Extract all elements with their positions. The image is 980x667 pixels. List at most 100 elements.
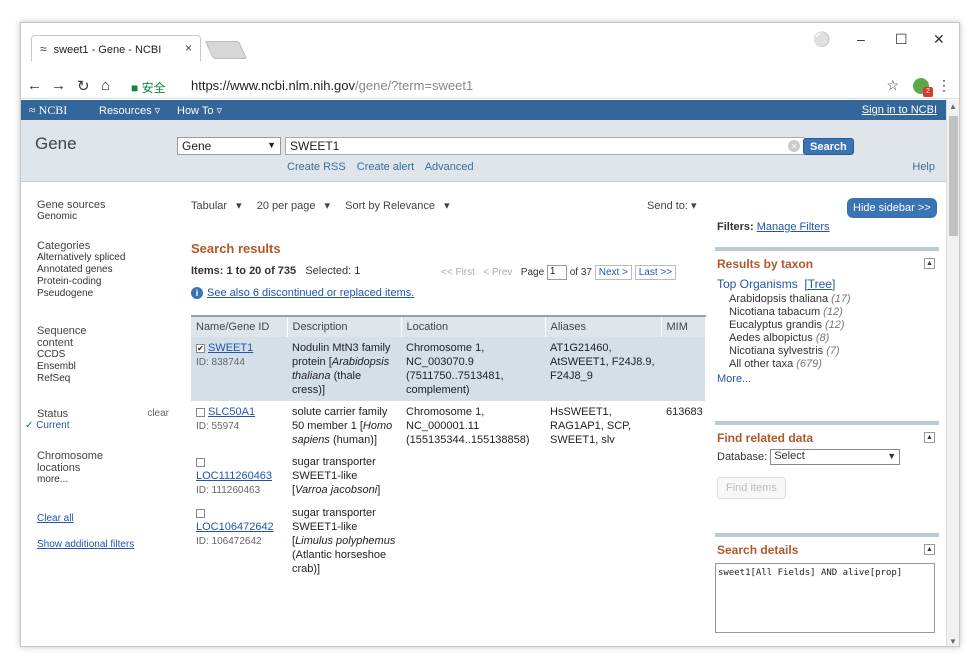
taxon-more-link[interactable]: More... [715,371,939,387]
taxon-item[interactable]: Nicotiana sylvestris (7) [729,345,939,358]
tree-link[interactable]: [Tree] [804,277,835,291]
taxon-count: (12) [825,319,845,331]
taxon-item[interactable]: Arabidopsis thaliana (17) [729,293,939,306]
taxon-item[interactable]: Eucalyptus grandis (12) [729,319,939,332]
browser-window: ≈ sweet1 - Gene - NCBI × ⚪ – ☐ ✕ ← → ↻ ⌂… [20,22,960,647]
filter-item[interactable]: Pseudogene [37,288,125,300]
send-to-menu[interactable]: Send to: ▾ [647,199,697,212]
pager-prev[interactable]: < Prev [483,267,512,278]
account-icon[interactable]: ⚪ [813,31,830,48]
filter-item[interactable]: RefSeq [37,373,117,385]
taxon-count: (17) [831,293,851,305]
per-page-menu[interactable]: 20 per page ▾ [257,200,336,212]
chromosome-more-link[interactable]: more... [37,474,117,486]
advanced-link[interactable]: Advanced [425,161,474,173]
database-value: Gene [182,139,212,153]
find-items-button[interactable]: Find items [717,477,786,499]
new-tab-button[interactable] [204,41,248,59]
clear-all-link[interactable]: Clear all [37,513,74,524]
help-link[interactable]: Help [912,161,935,173]
taxon-item[interactable]: All other taxa (679) [729,358,939,371]
collapse-toggle-icon[interactable]: ▲ [924,432,935,443]
pager-first[interactable]: << First [441,267,475,278]
format-menu[interactable]: Tabular ▾ [191,200,248,212]
search-details-textarea[interactable]: sweet1[All Fields] AND alive[prop] [715,563,935,633]
resources-menu[interactable]: Resources ▿ [99,104,160,117]
see-also-link[interactable]: See also 6 discontinued or replaced item… [207,287,414,299]
home-icon[interactable]: ⌂ [101,77,110,94]
caret-down-icon: ▾ [691,200,697,212]
row-checkbox[interactable] [196,407,205,417]
status-clear-link[interactable]: clear [147,408,169,420]
scroll-down-icon[interactable]: ▼ [949,637,957,646]
page-scrollbar[interactable]: ▲ ▼ [946,100,959,646]
collapse-toggle-icon[interactable]: ▲ [924,544,935,555]
menu-icon[interactable]: ⋮ [937,77,951,94]
signin-link[interactable]: Sign in to NCBI [862,104,937,116]
url-field[interactable]: https://www.ncbi.nlm.nih.gov/gene/?term=… [191,78,473,93]
collapse-toggle-icon[interactable]: ▲ [924,258,935,269]
create-alert-link[interactable]: Create alert [357,161,414,173]
database-label: Database: [717,450,768,463]
show-additional-filters-link[interactable]: Show additional filters [37,539,134,550]
pager-next[interactable]: Next > [594,265,632,281]
close-window-icon[interactable]: ✕ [933,31,945,48]
ncbi-logo[interactable]: ≈ NCBI [29,103,67,118]
lock-icon: ■ [131,81,139,95]
gene-link[interactable]: LOC111260463 [196,470,272,482]
gene-link[interactable]: LOC106472642 [196,521,274,533]
filter-item[interactable]: Genomic [37,211,105,223]
top-organisms-label[interactable]: Top Organisms [717,277,798,291]
tab-close-icon[interactable]: × [185,41,192,55]
page-input[interactable]: 1 [546,265,567,280]
related-database-select[interactable]: Select ▼ [770,449,901,465]
caret-down-icon: ▾ [236,200,242,212]
filter-item[interactable]: Annotated genes [37,264,125,276]
search-input[interactable]: SWEET1 × [285,137,805,155]
mim-cell[interactable]: 613683 [661,401,705,451]
howto-menu[interactable]: How To ▿ [177,104,222,117]
forward-icon[interactable]: → [51,77,66,94]
sort-menu[interactable]: Sort by Relevance ▾ [345,200,455,212]
reload-icon[interactable]: ↻ [77,77,90,95]
filter-item[interactable]: Alternatively spliced [37,252,125,264]
filter-item[interactable]: Protein-coding [37,276,125,288]
database-select[interactable]: Gene ▼ [177,137,281,155]
hide-sidebar-button[interactable]: Hide sidebar >> [847,198,937,218]
scroll-up-icon[interactable]: ▲ [949,102,957,111]
manage-filters-link[interactable]: Manage Filters [757,221,830,233]
taxon-name: Nicotiana tabacum [729,306,821,318]
filter-item[interactable]: Ensembl [37,361,117,373]
table-row: SLC50A1 ID: 55974 solute carrier family 5… [191,401,705,451]
filter-item[interactable]: CCDS [37,349,117,361]
panel-heading: Find related data [717,431,814,445]
bookmark-star-icon[interactable]: ☆ [886,77,899,94]
taxon-item[interactable]: Nicotiana tabacum (12) [729,306,939,319]
gene-link[interactable]: SLC50A1 [208,406,255,418]
clear-all-wrap: Clear all [37,513,74,525]
taxon-count: (8) [815,332,830,344]
create-rss-link[interactable]: Create RSS [287,161,346,173]
clear-search-icon[interactable]: × [788,140,800,152]
search-button[interactable]: Search [803,138,854,155]
filter-item-current[interactable]: ✓ Current [25,420,169,432]
gene-link[interactable]: SWEET1 [208,342,253,354]
minimize-icon[interactable]: – [857,31,865,47]
row-checkbox[interactable]: ✔ [196,343,205,353]
taxon-panel: Results by taxon ▲ Top Organisms [Tree] … [715,247,939,413]
back-icon[interactable]: ← [27,77,42,94]
row-checkbox[interactable] [196,457,205,467]
taxon-item[interactable]: Aedes albopictus (8) [729,332,939,345]
related-data-panel: Find related data ▲ Database: Select ▼ Fi… [715,421,939,521]
pager-last[interactable]: Last >> [634,265,677,281]
maximize-icon[interactable]: ☐ [895,31,908,48]
column-header: Name/Gene ID [191,315,288,337]
scroll-thumb[interactable] [949,116,958,236]
page-title: Gene [35,134,77,153]
search-details-panel: Search details ▲ sweet1[All Fields] AND … [715,533,939,643]
browser-tab[interactable]: ≈ sweet1 - Gene - NCBI × [31,35,201,61]
extension-icon[interactable]: 2 [913,78,933,97]
filter-categories: Categories Alternatively spliced Annotat… [37,240,125,300]
secure-indicator[interactable]: ■ 安全 [131,79,166,96]
row-checkbox[interactable] [196,508,205,518]
